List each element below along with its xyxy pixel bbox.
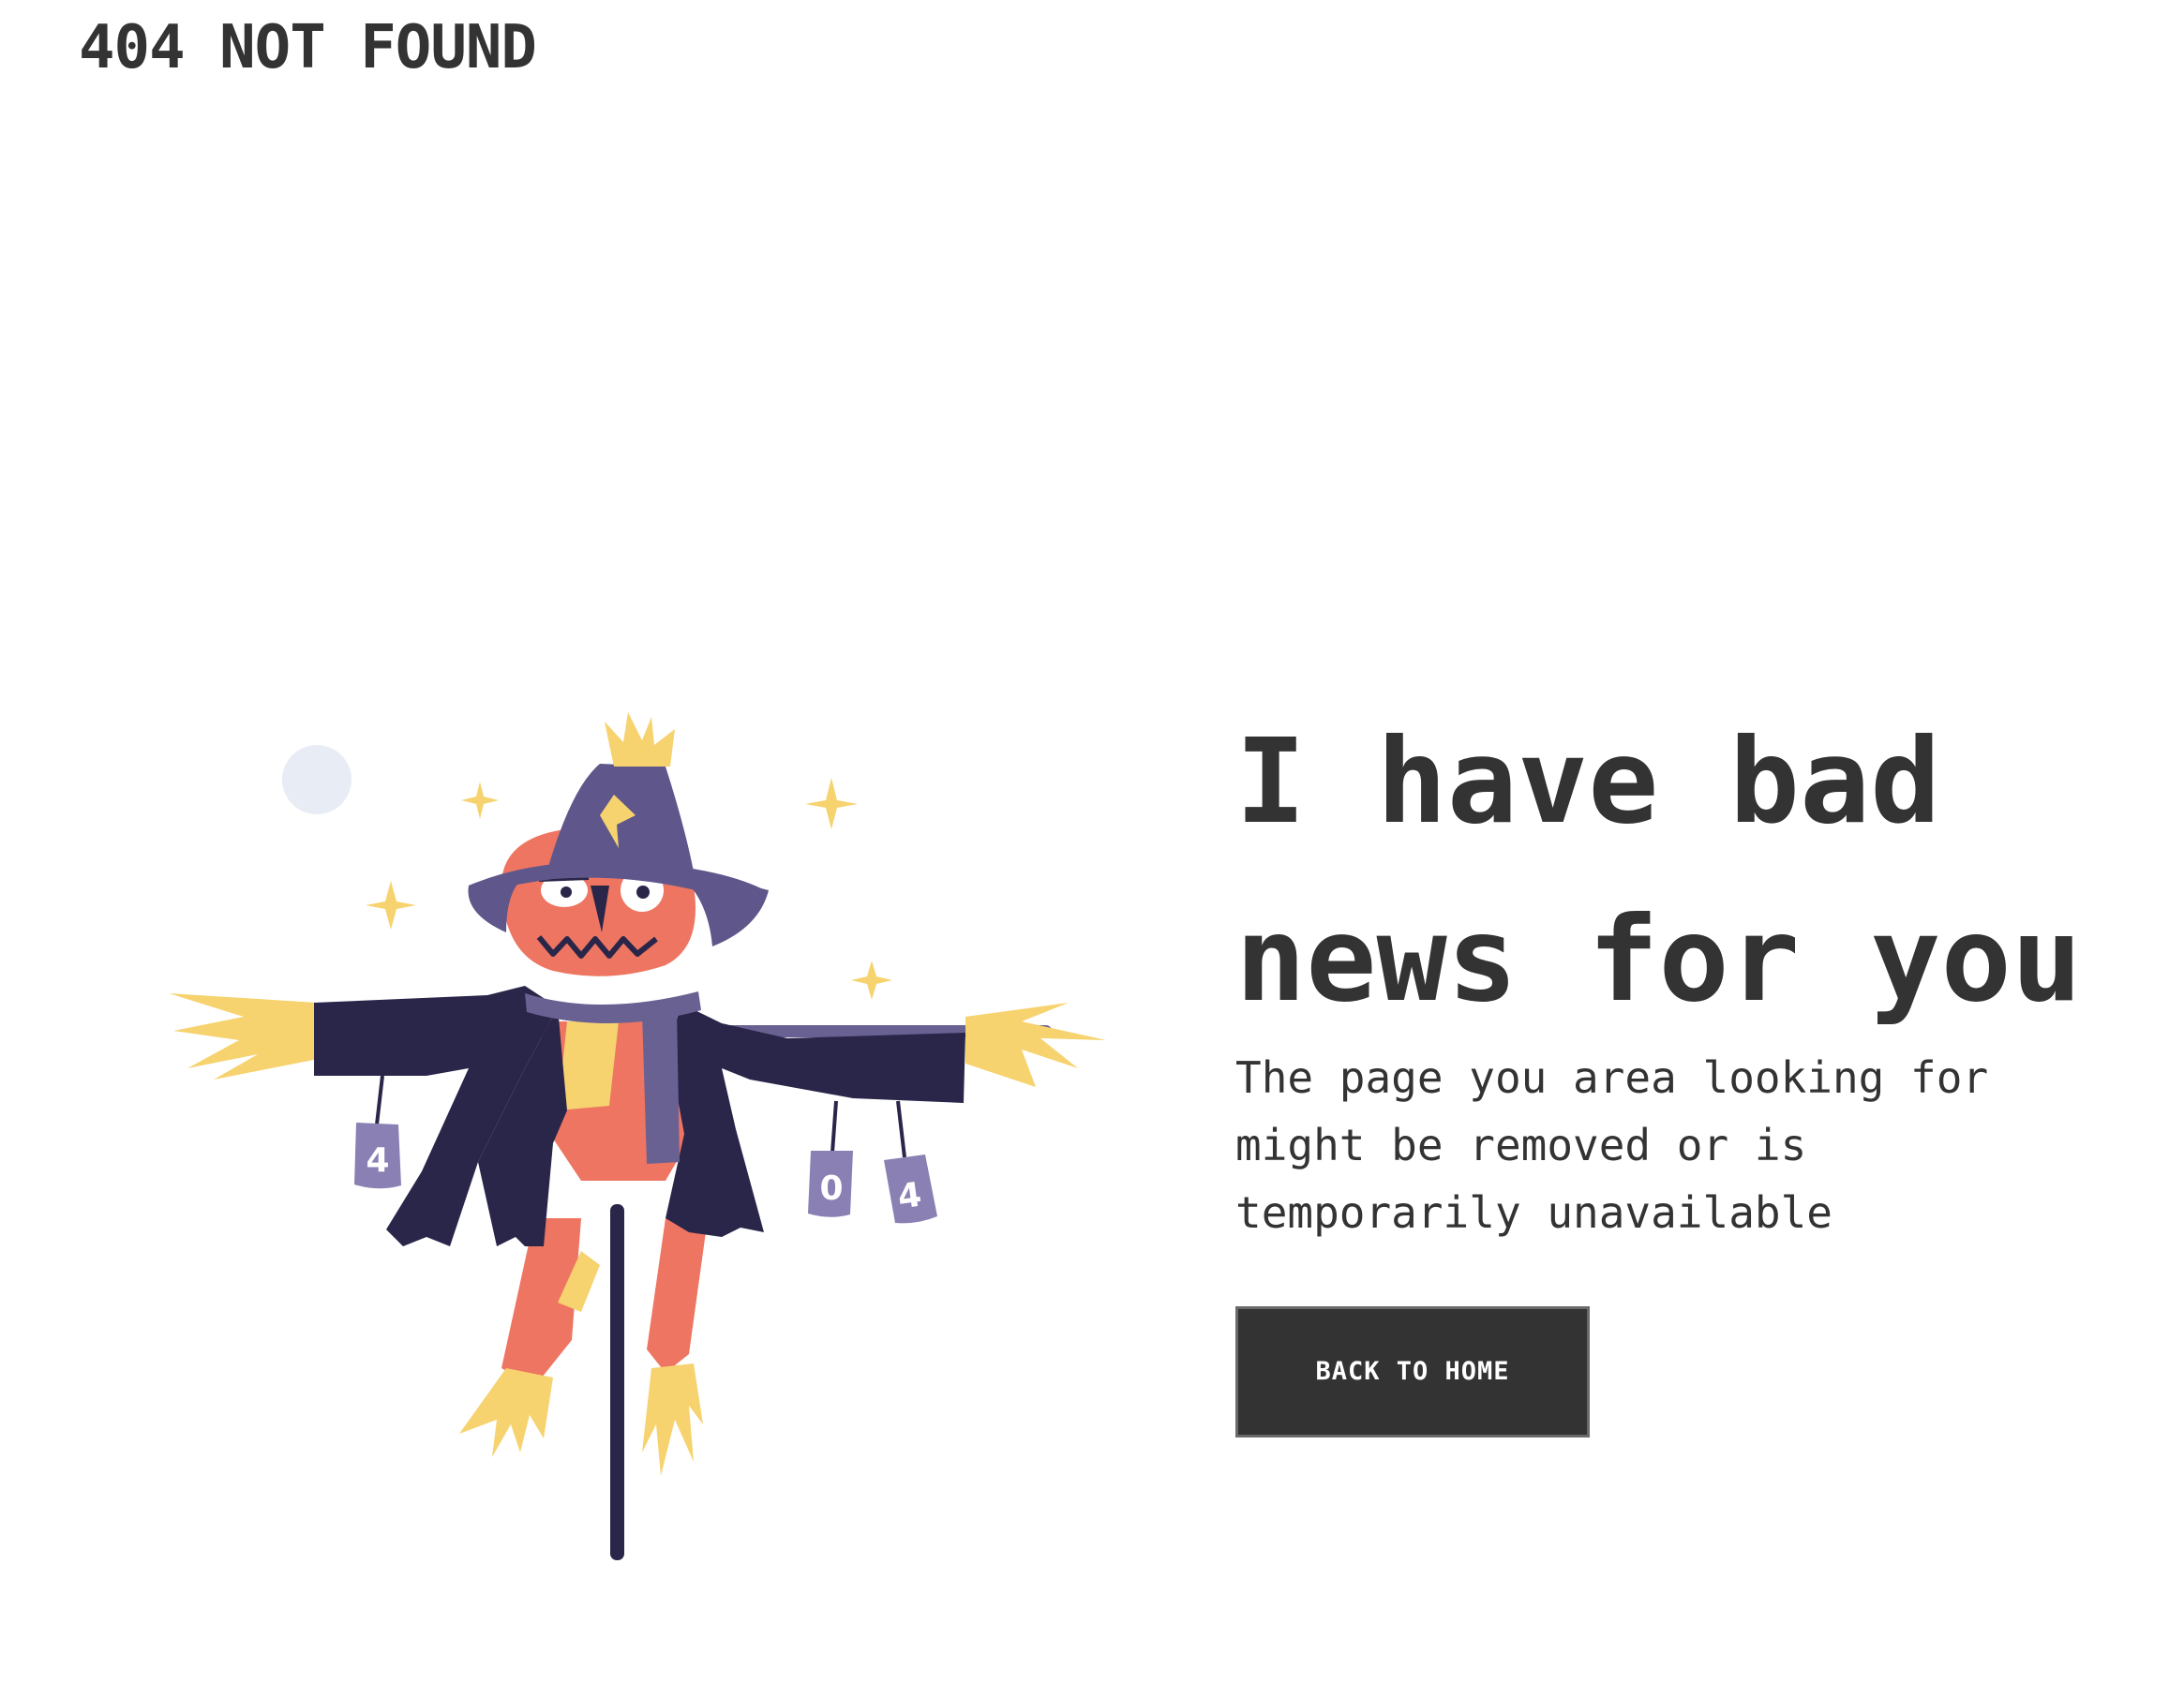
sparkle-icon: [851, 961, 892, 1000]
tin-can-0: 0: [808, 1100, 853, 1217]
moon-icon: [282, 745, 352, 814]
error-content: I have bad news for you The page you are…: [1235, 693, 2135, 1437]
back-to-home-button[interactable]: BACK TO HOME: [1235, 1306, 1590, 1437]
scarecrow-illustration: 4 0 4: [141, 693, 1125, 1574]
tin-can-4-left: 4: [354, 1075, 401, 1189]
svg-text:4: 4: [366, 1141, 389, 1180]
tin-can-4-right: 4: [884, 1100, 937, 1224]
sparkle-icon: [461, 782, 499, 819]
error-headline: I have bad news for you: [1235, 714, 2083, 1028]
page-title: 404 NOT FOUND: [79, 13, 537, 82]
scarecrow-pole: [610, 1204, 624, 1560]
sparkle-icon: [366, 881, 416, 930]
sparkle-icon: [805, 778, 858, 829]
error-message: The page you area looking for might be r…: [1235, 1052, 1989, 1238]
svg-text:0: 0: [819, 1169, 843, 1208]
